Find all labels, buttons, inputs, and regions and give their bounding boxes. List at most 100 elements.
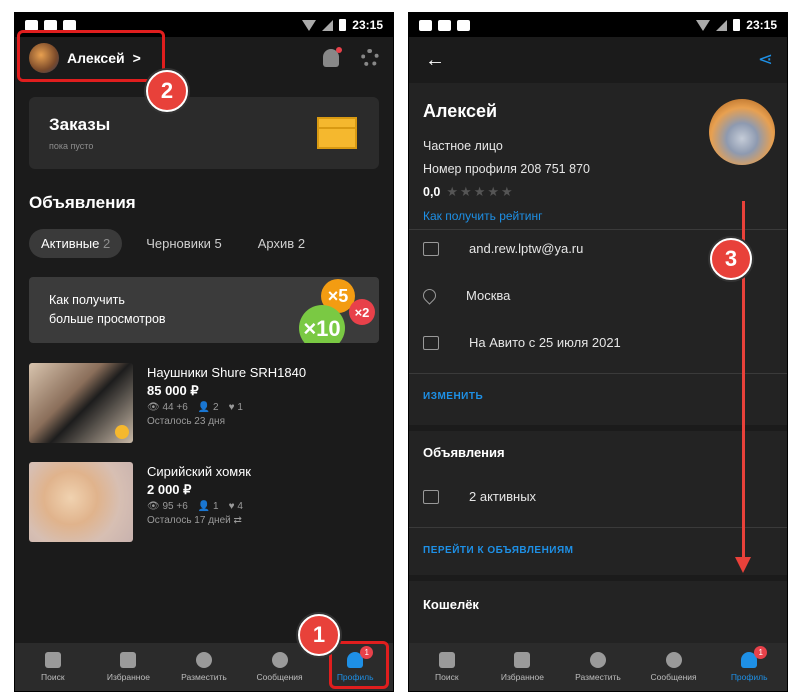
nav-messages[interactable]: Сообщения xyxy=(639,652,709,682)
signal-icon xyxy=(716,19,728,31)
battery-icon xyxy=(733,19,741,31)
tab-label: Активные xyxy=(41,236,100,251)
favs: 1 xyxy=(213,501,219,512)
phone-profile-screen: 23:15 Алексей > Заказы пока пусто Объявл… xyxy=(14,12,394,692)
shazam-icon xyxy=(63,19,76,31)
tab-active[interactable]: Активные 2 xyxy=(29,229,123,258)
tab-count: 2 xyxy=(297,236,306,251)
likes: 4 xyxy=(237,501,243,512)
toolbar: ← ⋖ xyxy=(409,37,787,83)
back-arrow-icon[interactable]: ← xyxy=(425,49,445,72)
box-icon xyxy=(317,117,357,149)
promo-banner[interactable]: Как получить больше просмотров ×5 ×10 ×2 xyxy=(29,277,379,343)
likes: 1 xyxy=(237,402,243,413)
search-grid-icon xyxy=(438,652,455,668)
city: Москва xyxy=(466,288,511,303)
nav-post[interactable]: Разместить xyxy=(563,652,633,682)
edit-section: ИЗМЕНИТЬ xyxy=(409,373,787,425)
nav-favorites[interactable]: Избранное xyxy=(93,652,163,682)
share-icon[interactable]: ⋖ xyxy=(758,49,773,70)
chat-icon xyxy=(665,652,682,668)
highlight-frame xyxy=(17,30,165,82)
tab-label: Черновики xyxy=(146,236,211,251)
orders-title: Заказы xyxy=(49,115,111,134)
app-icon xyxy=(44,19,57,31)
bottom-nav: Поиск Избранное Разместить Сообщения 1 Пр… xyxy=(409,643,787,691)
go-to-listings-link[interactable]: ПЕРЕЙТИ К ОБЪЯВЛЕНИЯМ xyxy=(423,545,574,556)
clock: 23:15 xyxy=(746,18,777,32)
status-bar: 23:15 xyxy=(409,13,787,37)
mail-icon xyxy=(423,241,439,256)
heart-icon xyxy=(514,652,531,668)
wallet-section: Кошелёк xyxy=(409,581,787,645)
nav-favorites[interactable]: Избранное xyxy=(487,652,557,682)
listings-heading: Объявления xyxy=(423,445,505,460)
active-count: 2 активных xyxy=(469,489,537,504)
listings-section: Объявления 2 активных ПЕРЕЙТИ К ОБЪЯВЛЕН… xyxy=(409,431,787,575)
shazam-icon xyxy=(457,19,470,31)
nav-profile[interactable]: 1 Профиль xyxy=(714,646,784,682)
clock: 23:15 xyxy=(352,18,383,32)
calendar-icon xyxy=(423,335,439,350)
highlight-frame xyxy=(329,641,389,689)
search-grid-icon xyxy=(44,652,61,668)
profile-type: Частное лицо xyxy=(423,139,503,153)
listings-icon xyxy=(423,489,439,504)
youtube-icon xyxy=(25,19,38,31)
tab-drafts[interactable]: Черновики 5 xyxy=(134,229,234,258)
plus-icon xyxy=(195,652,212,668)
rating-help-link[interactable]: Как получить рейтинг xyxy=(423,209,542,223)
youtube-icon xyxy=(419,19,432,31)
active-listings-row[interactable]: 2 активных xyxy=(423,489,536,504)
listing-item[interactable]: Сирийский хомяк 2 000 ₽ 👁 95 +6 👤 1 ♥ 4 … xyxy=(29,462,379,542)
wifi-icon xyxy=(302,19,317,31)
member-since: На Авито с 25 июля 2021 xyxy=(469,335,621,350)
plus-icon xyxy=(589,652,606,668)
nav-search[interactable]: Поиск xyxy=(18,652,88,682)
heart-icon xyxy=(120,652,137,668)
scroll-arrow-head xyxy=(735,557,751,573)
listing-item[interactable]: Наушники Shure SRH1840 85 000 ₽ 👁 44 +6 … xyxy=(29,363,379,443)
chat-icon xyxy=(271,652,288,668)
listings-heading: Объявления xyxy=(29,193,136,212)
rating-value: 0,0 xyxy=(423,185,441,199)
step-marker-1: 1 xyxy=(298,614,340,656)
views: 95 +6 xyxy=(162,501,188,512)
edit-link[interactable]: ИЗМЕНИТЬ xyxy=(423,391,483,402)
nav-post[interactable]: Разместить xyxy=(169,652,239,682)
orders-card[interactable]: Заказы пока пусто xyxy=(29,97,379,169)
wallet-heading: Кошелёк xyxy=(423,597,479,612)
listing-remaining: Осталось 17 дней ⇄ xyxy=(147,515,242,526)
profile-card: Алексей Частное лицо Номер профиля 208 7… xyxy=(409,83,787,373)
listing-image xyxy=(29,363,133,443)
listing-tabs: Активные 2 Черновики 5 Архив 2 xyxy=(29,229,317,258)
tab-archive[interactable]: Архив 2 xyxy=(246,229,317,258)
phone-profile-details-screen: 23:15 ← ⋖ Алексей Частное лицо Номер про… xyxy=(408,12,788,692)
favs: 2 xyxy=(213,402,219,413)
signal-icon xyxy=(322,19,334,31)
rating-row: 0,0 ★★★★★ xyxy=(423,184,515,200)
badge-x10: ×10 xyxy=(299,305,345,343)
views: 44 +6 xyxy=(162,402,188,413)
step-marker-2: 2 xyxy=(146,70,188,112)
promo-mark-icon xyxy=(115,425,129,439)
listing-title: Наушники Shure SRH1840 xyxy=(147,365,307,380)
listing-image xyxy=(29,462,133,542)
nav-messages[interactable]: Сообщения xyxy=(245,652,315,682)
nav-search[interactable]: Поиск xyxy=(412,652,482,682)
bell-icon[interactable] xyxy=(323,47,342,67)
profile-number: Номер профиля 208 751 870 xyxy=(423,162,590,176)
avatar xyxy=(709,99,775,165)
divider xyxy=(409,527,787,528)
location-pin-icon xyxy=(420,286,439,305)
divider xyxy=(409,373,787,374)
listing-price: 85 000 ₽ xyxy=(147,383,199,398)
listing-title: Сирийский хомяк xyxy=(147,464,251,479)
listing-remaining: Осталось 23 дня xyxy=(147,416,225,427)
nav-badge: 1 xyxy=(754,646,768,659)
listing-stats: 👁 44 +6 👤 2 ♥ 1 xyxy=(147,402,243,413)
orders-subtitle: пока пусто xyxy=(49,141,94,151)
gear-icon[interactable] xyxy=(361,49,379,67)
tab-count: 2 xyxy=(103,236,111,251)
step-marker-3: 3 xyxy=(710,238,752,280)
